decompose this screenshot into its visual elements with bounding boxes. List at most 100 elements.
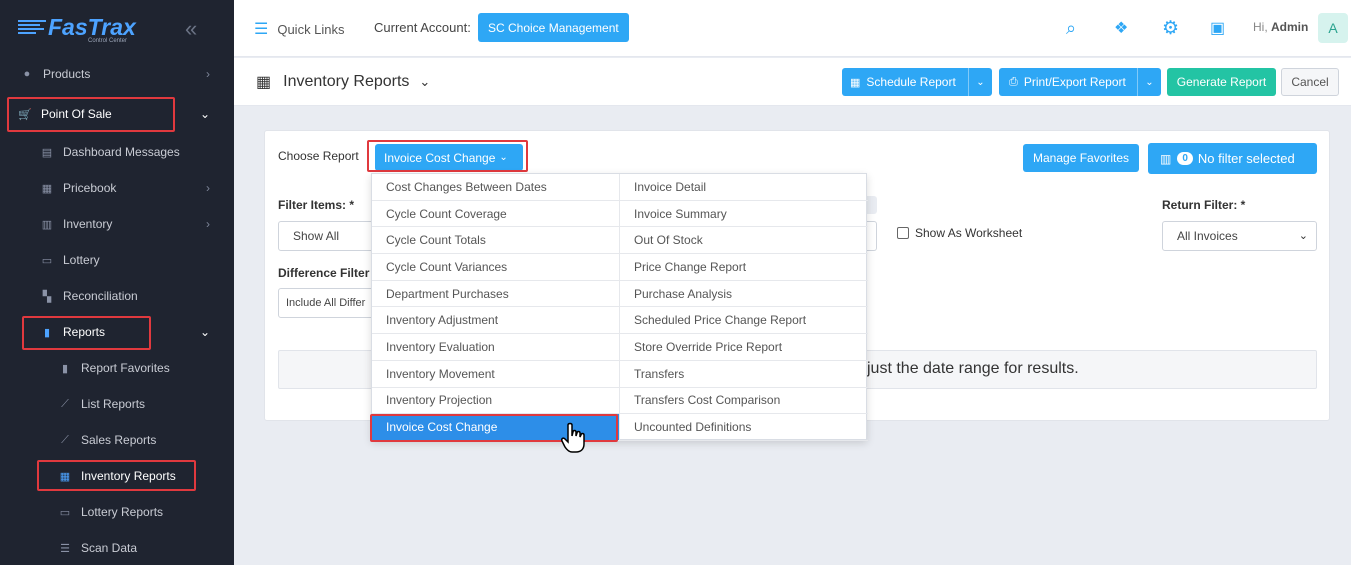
collapse-sidebar-icon[interactable]: « bbox=[185, 16, 197, 42]
filter-items-select[interactable]: Show All bbox=[278, 221, 378, 251]
grid-icon: ▚ bbox=[42, 290, 52, 303]
greeting-text: Hi, bbox=[1253, 20, 1268, 34]
dropdown-item[interactable]: Cycle Count Variances bbox=[372, 254, 620, 281]
filter-status-button[interactable]: ▥ 0 No filter selected bbox=[1148, 143, 1317, 174]
sidebar-item-inventory[interactable]: ▥ Inventory › bbox=[0, 206, 234, 242]
products-icon: ● bbox=[23, 68, 31, 80]
sidebar-item-lottery[interactable]: ▭ Lottery bbox=[0, 242, 234, 278]
area-chart-icon: ⟋ bbox=[61, 433, 69, 446]
report-dropdown-menu: Cost Changes Between Dates Cycle Count C… bbox=[371, 173, 868, 441]
avatar[interactable]: A bbox=[1318, 13, 1348, 43]
sidebar-item-label: Lottery bbox=[63, 253, 100, 267]
user-greeting[interactable]: Hi, Admin bbox=[1253, 20, 1308, 34]
apps-icon[interactable]: ❖ bbox=[1114, 18, 1128, 38]
return-filter-value: All Invoices bbox=[1177, 229, 1238, 243]
sidebar-item-label: List Reports bbox=[81, 397, 146, 411]
difference-filter-select[interactable]: Include All Differ bbox=[278, 288, 378, 318]
difference-filter-label: Difference Filter bbox=[278, 266, 370, 280]
building-icon: ▥ bbox=[1160, 151, 1172, 166]
dropdown-item[interactable]: Cycle Count Totals bbox=[372, 227, 620, 255]
schedule-report-button[interactable]: ▦ Schedule Report ⌄ bbox=[842, 68, 992, 96]
dropdown-right-column: Invoice Detail Invoice Summary Out Of St… bbox=[620, 174, 868, 441]
dropdown-item[interactable]: Out Of Stock bbox=[620, 227, 868, 255]
bookmark-icon: ▮ bbox=[61, 362, 69, 375]
chevron-down-icon: ⌄ bbox=[199, 325, 210, 339]
sidebar-item-sales-reports[interactable]: ⟋ Sales Reports bbox=[0, 422, 234, 458]
quick-links-button[interactable]: ☰ Quick Links bbox=[254, 19, 345, 39]
sidebar-item-lottery-reports[interactable]: ▭ Lottery Reports bbox=[0, 494, 234, 530]
info-message: just the date range for results. bbox=[867, 360, 1079, 377]
quick-links-label: Quick Links bbox=[277, 21, 345, 37]
dropdown-item[interactable]: Store Override Price Report bbox=[620, 334, 868, 361]
sidebar-item-label: Pricebook bbox=[63, 181, 117, 195]
warehouse-icon: ▦ bbox=[256, 74, 272, 91]
dropdown-item[interactable]: Price Change Report bbox=[620, 254, 868, 281]
dropdown-item[interactable]: Department Purchases bbox=[372, 281, 620, 308]
chevron-down-icon: ⌄ bbox=[419, 74, 431, 89]
dropdown-item[interactable]: Transfers Cost Comparison bbox=[620, 388, 868, 415]
return-filter-label: Return Filter: * bbox=[1162, 198, 1246, 212]
highlight-inventory-reports bbox=[37, 460, 196, 491]
show-as-worksheet-label: Show As Worksheet bbox=[915, 226, 1023, 240]
chevron-down-icon[interactable]: ⌄ bbox=[1137, 68, 1161, 96]
lottery-ticket-icon: ▭ bbox=[41, 254, 53, 267]
chevron-right-icon: › bbox=[206, 181, 210, 195]
highlight-choose-report bbox=[367, 140, 528, 172]
dropdown-item[interactable]: Uncounted Definitions bbox=[620, 414, 868, 441]
chat-icon[interactable]: ▣ bbox=[1210, 18, 1225, 38]
gear-icon[interactable]: ⚙ bbox=[1162, 17, 1179, 40]
logo-tagline: Control Center bbox=[88, 38, 128, 44]
current-account-button[interactable]: SC Choice Management bbox=[478, 13, 629, 42]
fastrax-logo[interactable]: FasTrax Control Center bbox=[18, 12, 148, 46]
sidebar-item-products[interactable]: ● Products › bbox=[0, 56, 234, 92]
sidebar-item-scan-data[interactable]: ☰ Scan Data bbox=[0, 530, 234, 565]
dropdown-item[interactable]: Inventory Adjustment bbox=[372, 307, 620, 335]
dropdown-item[interactable]: Cost Changes Between Dates bbox=[372, 174, 620, 201]
top-bar: ☰ Quick Links Current Account: SC Choice… bbox=[234, 0, 1351, 57]
generate-report-button[interactable]: Generate Report bbox=[1167, 68, 1276, 96]
page-title: Inventory Reports bbox=[283, 73, 410, 90]
hand-pointer-icon bbox=[561, 422, 585, 453]
return-filter-select[interactable]: All Invoices ⌄ bbox=[1162, 221, 1317, 251]
sidebar: FasTrax Control Center « ● Products › 🛒 … bbox=[0, 0, 234, 565]
checkbox-box[interactable] bbox=[897, 227, 909, 239]
print-export-label: Print/Export Report bbox=[1023, 75, 1126, 89]
dropdown-item[interactable]: Invoice Detail bbox=[620, 174, 868, 201]
hamburger-icon: ☰ bbox=[254, 21, 269, 38]
dropdown-item[interactable]: Inventory Evaluation bbox=[372, 334, 620, 361]
sidebar-item-report-favorites[interactable]: ▮ Report Favorites bbox=[0, 350, 234, 386]
show-as-worksheet-checkbox[interactable]: Show As Worksheet bbox=[897, 226, 1022, 240]
search-icon[interactable]: ⌕ bbox=[1066, 18, 1076, 39]
manage-favorites-button[interactable]: Manage Favorites bbox=[1023, 144, 1140, 172]
dropdown-item[interactable]: Transfers bbox=[620, 361, 868, 388]
sidebar-item-list-reports[interactable]: ⟋ List Reports bbox=[0, 386, 234, 422]
dropdown-item[interactable]: Inventory Movement bbox=[372, 361, 620, 388]
chevron-right-icon: › bbox=[206, 217, 210, 231]
user-name: Admin bbox=[1271, 20, 1309, 34]
sidebar-item-dashboard-messages[interactable]: ▤ Dashboard Messages bbox=[0, 134, 234, 170]
cancel-button[interactable]: Cancel bbox=[1281, 68, 1339, 96]
sidebar-item-label: Reconciliation bbox=[63, 289, 138, 303]
dropdown-item[interactable]: Invoice Summary bbox=[620, 201, 868, 228]
dropdown-item[interactable]: Scheduled Price Change Report bbox=[620, 307, 868, 335]
dropdown-item[interactable]: Inventory Projection bbox=[372, 388, 620, 415]
page-header: ▦ Inventory Reports ⌄ ▦ Schedule Report … bbox=[234, 58, 1351, 106]
filter-count-badge: 0 bbox=[1177, 152, 1193, 165]
pricebook-icon: ▦ bbox=[41, 182, 53, 195]
chevron-right-icon: › bbox=[206, 67, 210, 81]
chevron-down-icon[interactable]: ⌄ bbox=[968, 68, 992, 96]
dropdown-item[interactable]: Cycle Count Coverage bbox=[372, 201, 620, 228]
page-title-dropdown[interactable]: ▦ Inventory Reports ⌄ bbox=[256, 72, 430, 92]
sidebar-item-pricebook[interactable]: ▦ Pricebook › bbox=[0, 170, 234, 206]
highlight-point-of-sale bbox=[7, 97, 175, 132]
line-chart-icon: ⟋ bbox=[61, 397, 69, 410]
print-export-button[interactable]: ⎙ Print/Export Report ⌄ bbox=[999, 68, 1161, 96]
sidebar-item-label: Report Favorites bbox=[81, 361, 170, 375]
current-account-label: Current Account: bbox=[374, 20, 471, 35]
dropdown-left-column: Cost Changes Between Dates Cycle Count C… bbox=[372, 174, 620, 441]
printer-icon: ⎙ bbox=[1009, 75, 1018, 88]
dropdown-item[interactable]: Purchase Analysis bbox=[620, 281, 868, 308]
filter-status-text: No filter selected bbox=[1197, 151, 1295, 166]
sidebar-item-reconciliation[interactable]: ▚ Reconciliation bbox=[0, 278, 234, 314]
sidebar-item-label: Products bbox=[43, 67, 91, 81]
